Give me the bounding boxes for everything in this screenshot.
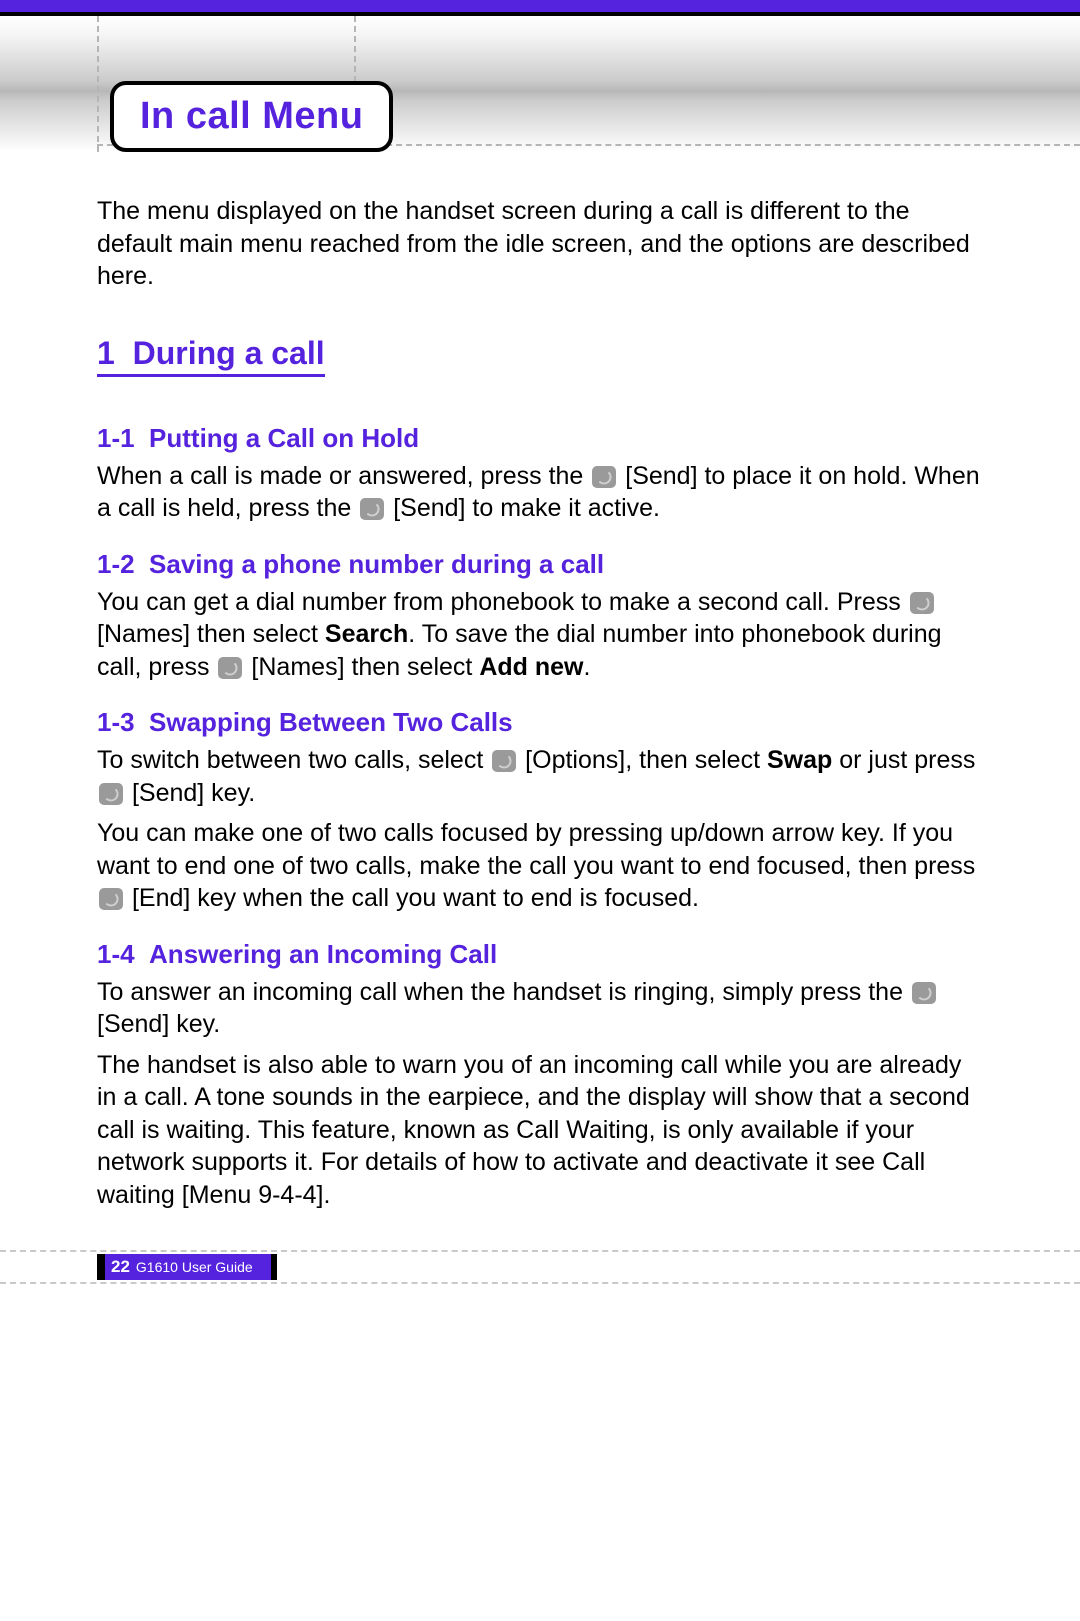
page-title-box: In call Menu xyxy=(110,81,393,152)
subsection-heading-1-3: 1-3 Swapping Between Two Calls xyxy=(97,707,980,738)
subsection-heading-1-4: 1-4 Answering an Incoming Call xyxy=(97,939,980,970)
subsection-body-1-3-p2: You can make one of two calls focused by… xyxy=(97,817,980,915)
subsection-body-1-4-p1: To answer an incoming call when the hand… xyxy=(97,976,980,1041)
intro-paragraph: The menu displayed on the handset screen… xyxy=(97,195,980,293)
send-key-icon xyxy=(360,498,384,520)
page-title: In call Menu xyxy=(140,95,363,137)
section-heading: 1 During a call xyxy=(97,335,325,377)
header-band: In call Menu xyxy=(0,12,1080,152)
content-area: The menu displayed on the handset screen… xyxy=(97,195,980,1219)
subsection-body-1-1: When a call is made or answered, press t… xyxy=(97,460,980,525)
footer-dashed-bottom xyxy=(0,1282,1080,1284)
send-key-icon xyxy=(592,466,616,488)
names-key-icon xyxy=(910,592,934,614)
page-number: 22 xyxy=(111,1257,130,1277)
top-accent-bar xyxy=(0,0,1080,12)
names-key-icon xyxy=(218,657,242,679)
end-key-icon xyxy=(99,888,123,910)
footer-page-label: 22 G1610 User Guide xyxy=(97,1254,277,1280)
subsection-body-1-4-p2: The handset is also able to warn you of … xyxy=(97,1049,980,1212)
subsection-body-1-3-p1: To switch between two calls, select [Opt… xyxy=(97,744,980,809)
footer-black-left xyxy=(97,1254,105,1280)
footer-dashed-top xyxy=(0,1250,1080,1252)
subsection-body-1-2: You can get a dial number from phonebook… xyxy=(97,586,980,684)
options-key-icon xyxy=(492,750,516,772)
send-key-icon xyxy=(99,783,123,805)
guide-name: G1610 User Guide xyxy=(136,1259,253,1275)
subsection-heading-1-2: 1-2 Saving a phone number during a call xyxy=(97,549,980,580)
subsection-heading-1-1: 1-1 Putting a Call on Hold xyxy=(97,423,980,454)
guide-line-left xyxy=(97,16,99,152)
footer-black-right xyxy=(271,1254,277,1280)
footer-purple-band: 22 G1610 User Guide xyxy=(105,1254,271,1280)
send-key-icon xyxy=(912,982,936,1004)
